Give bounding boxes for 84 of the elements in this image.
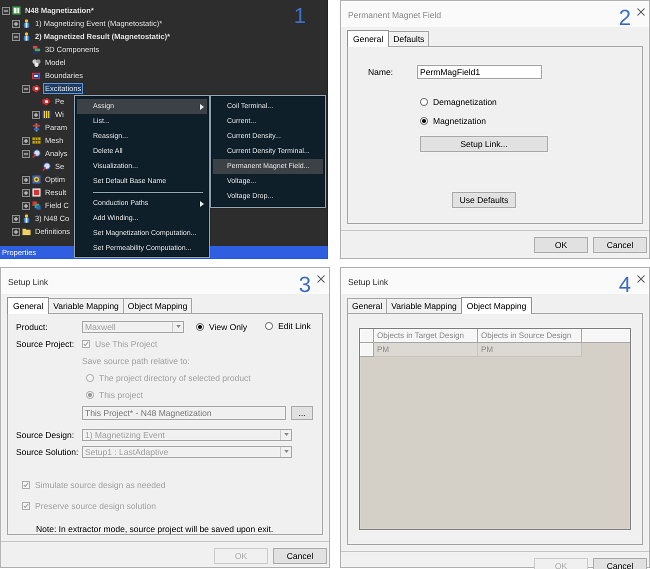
option-label: The project directory of selected product (99, 372, 251, 382)
figure-icon (22, 19, 31, 28)
excitation-icon (32, 84, 41, 93)
note-text: Note: In extractor mode, source project will be saved upon exit. (36, 524, 274, 534)
coil-icon (42, 110, 51, 119)
plus-icon[interactable] (22, 136, 30, 144)
boundary-icon (32, 71, 41, 80)
analysis-icon (32, 149, 41, 158)
model-icon (32, 58, 41, 67)
submenu-arrow-icon (200, 104, 204, 110)
excitation-icon (42, 97, 51, 106)
table-cell: PM (374, 343, 478, 357)
analysis-icon (42, 162, 51, 171)
field-label: Name: (368, 67, 394, 77)
panel-number: 3 (298, 274, 311, 296)
tab[interactable]: General (7, 297, 50, 314)
tab[interactable]: Object Mapping (122, 298, 192, 313)
caret-icon (284, 433, 288, 436)
dialog-title: Permanent Magnet Field (348, 10, 442, 20)
tab[interactable]: General (347, 298, 388, 313)
plus-icon[interactable] (22, 202, 30, 210)
use-defaults-button[interactable]: Use Defaults (452, 192, 516, 208)
tab[interactable]: Defaults (388, 31, 430, 46)
option-label: Edit Link (278, 321, 311, 331)
table-cell: PM (478, 343, 582, 357)
caret-icon (284, 450, 288, 453)
caret-icon (176, 325, 180, 328)
option-label: This project (99, 390, 143, 400)
dialog-title: Setup Link (8, 277, 48, 287)
close-icon[interactable] (637, 275, 645, 283)
field-icon (32, 201, 41, 210)
field-label: Product: (16, 322, 49, 332)
dialog-button[interactable]: Cancel (593, 237, 647, 253)
minus-icon[interactable] (22, 84, 30, 92)
mesh-icon (32, 136, 41, 145)
plus-icon[interactable] (12, 228, 20, 236)
radio-button[interactable] (420, 98, 428, 106)
option-label: Preserve source design solution (35, 500, 156, 510)
minus-icon[interactable] (12, 32, 20, 40)
submenu-arrow-icon (200, 200, 204, 206)
option-label: View Only (209, 322, 248, 332)
minus-icon[interactable] (2, 6, 10, 14)
field-label: Source Project: (16, 338, 76, 348)
radio-button[interactable] (265, 322, 274, 330)
tab[interactable]: Object Mapping (460, 297, 532, 314)
panel-number: 2 (618, 7, 631, 29)
panel-number: 1 (294, 5, 306, 27)
blocks-icon (32, 45, 41, 54)
setup-link-button[interactable]: Setup Link... (420, 136, 548, 152)
name-field[interactable]: PermMagField1 (417, 65, 542, 79)
close-icon[interactable] (317, 275, 325, 283)
folder-icon (22, 227, 31, 236)
tab[interactable]: Variable Mapping (386, 298, 462, 313)
project-icon (12, 6, 21, 15)
figure-icon (22, 214, 31, 223)
browse-button[interactable]: ... (291, 406, 313, 420)
tab[interactable]: General (347, 30, 390, 47)
parameter-icon (32, 123, 41, 132)
plus-icon[interactable] (32, 110, 40, 118)
caption: Save source path relative to: (82, 356, 190, 366)
dialog-button[interactable]: OK (534, 237, 588, 253)
field-label: Source Design: (16, 430, 76, 440)
tab[interactable]: Variable Mapping (48, 298, 124, 313)
field-label: Source Solution: (16, 446, 80, 456)
corner-cell (360, 329, 374, 343)
optimetrics-icon (32, 175, 41, 184)
radio-button[interactable] (196, 323, 204, 331)
dialog-title: Setup Link (348, 277, 388, 287)
dialog-button[interactable]: Cancel (273, 548, 327, 564)
panel-number: 4 (618, 274, 631, 296)
plus-icon[interactable] (22, 188, 30, 196)
figure-icon (22, 32, 31, 41)
plus-icon[interactable] (12, 214, 20, 222)
close-icon[interactable] (637, 8, 645, 16)
option-label: Simulate source design as needed (35, 480, 166, 490)
option-label: Demagnetization (433, 97, 497, 107)
option-label: Use This Project (95, 338, 158, 348)
results-icon (32, 188, 41, 197)
plus-icon[interactable] (22, 176, 30, 184)
radio-button[interactable] (420, 117, 428, 125)
plus-icon[interactable] (12, 20, 20, 28)
minus-icon[interactable] (22, 150, 30, 158)
dialog-button[interactable]: Cancel (593, 558, 647, 569)
option-label: Magnetization (433, 116, 486, 126)
